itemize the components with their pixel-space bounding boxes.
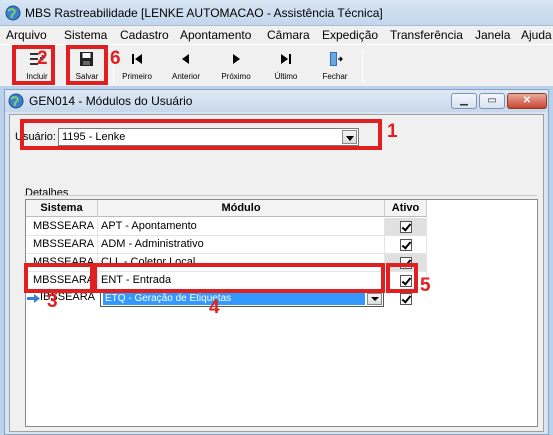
detalhes-label: Detalhes xyxy=(25,187,69,199)
callout-box-1 xyxy=(20,119,382,150)
child-window-title: GEN014 - Módulos do Usuário xyxy=(29,94,193,108)
cell-modulo: ADM - Administrativo xyxy=(98,236,385,254)
fechar-label: Fechar xyxy=(322,72,348,81)
column-header-sistema[interactable]: Sistema xyxy=(26,200,98,217)
globe-icon xyxy=(8,93,24,109)
toolbar-separator xyxy=(362,49,363,83)
callout-number-6: 6 xyxy=(110,48,121,69)
column-header-ativo[interactable]: Ativo xyxy=(385,200,427,217)
previous-record-icon xyxy=(182,54,189,64)
cell-sistema: MBSSEARA xyxy=(26,236,98,254)
callout-box-3 xyxy=(24,263,94,293)
menu-expedicao[interactable]: Expedição xyxy=(322,28,378,42)
minimize-button[interactable]: ▁ xyxy=(451,93,477,109)
cell-modulo: APT - Apontamento xyxy=(98,218,385,236)
last-record-icon xyxy=(281,54,291,64)
ultimo-label: Último xyxy=(274,72,298,81)
ultimo-button[interactable]: Último xyxy=(265,47,307,85)
first-record-icon xyxy=(132,54,142,64)
chevron-down-icon[interactable] xyxy=(367,293,382,305)
menu-camara[interactable]: Câmara xyxy=(267,28,310,42)
anterior-button[interactable]: Anterior xyxy=(165,47,207,85)
menu-cadastro[interactable]: Cadastro xyxy=(120,28,169,42)
menu-ajuda[interactable]: Ajuda xyxy=(521,28,552,42)
maximize-button[interactable]: ▭ xyxy=(479,93,505,109)
detalhes-divider xyxy=(24,195,537,196)
child-window-titlebar: GEN014 - Módulos do Usuário ▁ ▭ ✕ xyxy=(5,90,548,112)
modulos-grid: Sistema Módulo Ativo MBSSEARA APT - Apon… xyxy=(25,199,538,427)
callout-number-4: 4 xyxy=(209,297,220,318)
exit-door-icon xyxy=(330,52,343,66)
menu-arquivo[interactable]: Arquivo xyxy=(6,28,47,42)
callout-number-3: 3 xyxy=(47,291,58,312)
maximize-icon: ▭ xyxy=(487,95,497,106)
menu-transferencia[interactable]: Transferência xyxy=(390,28,463,42)
menu-bar: Arquivo Sistema Cadastro Apontamento Câm… xyxy=(0,26,553,44)
column-header-modulo[interactable]: Módulo xyxy=(98,200,385,217)
menu-sistema[interactable]: Sistema xyxy=(64,28,107,42)
anterior-label: Anterior xyxy=(171,72,200,81)
callout-box-5 xyxy=(386,263,418,293)
callout-number-5: 5 xyxy=(420,275,431,296)
primeiro-button[interactable]: Primeiro xyxy=(116,47,158,85)
window-title: MBS Rastreabilidade [LENKE AUTOMACAO - A… xyxy=(25,6,383,20)
cell-ativo xyxy=(385,236,427,254)
globe-icon xyxy=(5,5,21,21)
close-button[interactable]: ✕ xyxy=(507,93,547,109)
fechar-button[interactable]: Fechar xyxy=(314,47,356,85)
menu-apontamento[interactable]: Apontamento xyxy=(180,28,251,42)
ativo-checkbox[interactable] xyxy=(400,293,412,305)
close-icon: ✕ xyxy=(522,95,532,106)
callout-box-4 xyxy=(93,263,385,293)
callout-number-1: 1 xyxy=(387,121,398,142)
cell-ativo xyxy=(385,218,427,236)
proximo-button[interactable]: Próximo xyxy=(215,47,257,85)
current-row-arrow-icon xyxy=(27,294,40,303)
ativo-checkbox[interactable] xyxy=(400,239,412,251)
modulo-selected-value: ETQ - Geração de Etiquetas xyxy=(103,293,365,305)
proximo-label: Próximo xyxy=(221,72,251,81)
cell-sistema: MBSSEARA xyxy=(26,218,98,236)
next-record-icon xyxy=(233,54,240,64)
minimize-icon: ▁ xyxy=(460,95,468,106)
window-titlebar: MBS Rastreabilidade [LENKE AUTOMACAO - A… xyxy=(0,0,553,26)
primeiro-label: Primeiro xyxy=(122,72,152,81)
callout-box-2 xyxy=(12,45,55,85)
menu-janela[interactable]: Janela xyxy=(475,28,510,42)
modulo-combo[interactable]: ETQ - Geração de Etiquetas xyxy=(100,291,384,307)
table-row[interactable]: MBSSEARA ADM - Administrativo xyxy=(26,236,537,254)
callout-number-2: 2 xyxy=(37,48,48,69)
table-row[interactable]: MBSSEARA APT - Apontamento xyxy=(26,218,537,236)
ativo-checkbox[interactable] xyxy=(400,221,412,233)
callout-box-6 xyxy=(66,45,108,85)
